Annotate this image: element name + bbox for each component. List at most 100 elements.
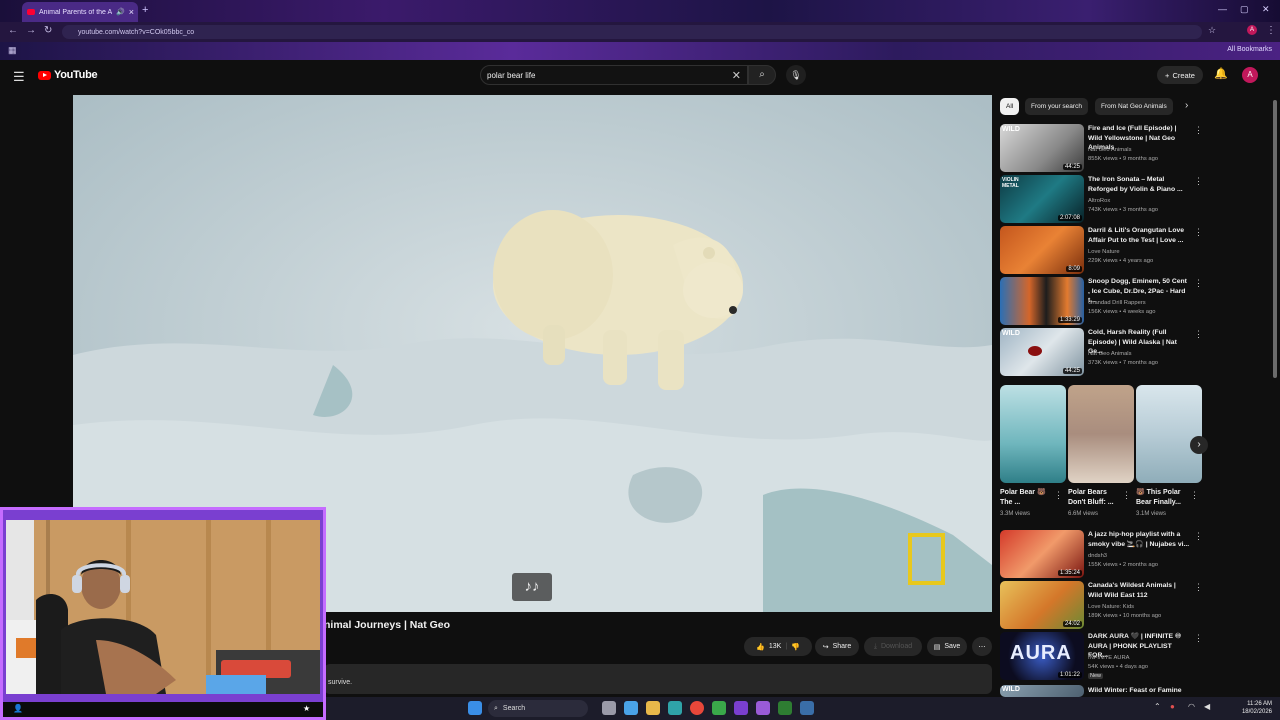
webcam-overlay: 👤 ★	[0, 507, 326, 720]
taskbar-search-label: Search	[502, 705, 526, 712]
create-button[interactable]: + Create	[1157, 66, 1203, 84]
duration-badge: 2:07:08	[1057, 215, 1082, 221]
more-options-icon[interactable]: ⋮	[1194, 531, 1203, 542]
app-icon[interactable]	[756, 701, 770, 715]
chips-next-icon[interactable]: ›	[1185, 100, 1188, 111]
short-title[interactable]: Polar Bear 🐻 The ...	[1000, 488, 1056, 508]
chrome-icon[interactable]	[690, 701, 704, 715]
short-thumbnail[interactable]	[1136, 385, 1202, 483]
more-options-icon[interactable]: ⋮	[1122, 490, 1131, 501]
reload-icon[interactable]: ↻	[44, 25, 52, 36]
more-actions-button[interactable]: ⋯	[972, 637, 992, 656]
short-title[interactable]: Polar Bears Don't Bluff: ...	[1068, 488, 1124, 508]
more-options-icon[interactable]: ⋮	[1194, 329, 1203, 340]
description-box[interactable]	[324, 664, 992, 694]
tab-title: Animal Parents of the Arcti	[39, 8, 113, 16]
url-bar[interactable]: youtube.com/watch?v=COk05bbc_co	[62, 25, 1202, 39]
download-button[interactable]: ⤓ Download	[864, 637, 922, 656]
speaker-icon[interactable]: 🔊	[116, 8, 125, 16]
video-title: nimal Journeys | Nat Geo	[324, 619, 451, 631]
tray-arrow-icon[interactable]: ⌃	[1154, 702, 1161, 711]
shorts-next-icon[interactable]: ›	[1190, 436, 1208, 454]
youtube-play-logo-icon	[38, 70, 51, 80]
rec-meta: 189K views • 10 months ago	[1088, 613, 1162, 619]
webcam-feed	[6, 520, 320, 694]
short-title[interactable]: 🐻 This Polar Bear Finally...	[1136, 488, 1192, 508]
user-avatar[interactable]: A	[1242, 67, 1258, 83]
more-options-icon[interactable]: ⋮	[1194, 227, 1203, 238]
hamburger-menu-icon[interactable]: ☰	[13, 69, 25, 85]
rec-title: Canada's Wildest Animals | Wild Wild Eas…	[1088, 582, 1176, 599]
task-view-icon[interactable]	[602, 701, 616, 715]
window-close-icon[interactable]: ✕	[1262, 4, 1270, 15]
clear-search-icon[interactable]: ✕	[732, 69, 741, 82]
list-item[interactable]: 1:33:29 Snoop Dogg, Eminem, 50 Cent , Ic…	[1000, 277, 1205, 325]
more-options-icon[interactable]: ⋮	[1054, 490, 1063, 501]
create-label: Create	[1172, 70, 1195, 80]
back-icon[interactable]: ←	[8, 25, 18, 36]
tab-close-icon[interactable]: ×	[129, 7, 138, 17]
more-options-icon[interactable]: ⋮	[1190, 490, 1199, 501]
short-views: 6.6M views	[1068, 511, 1099, 517]
page-scrollbar[interactable]	[1273, 100, 1277, 378]
app-icon[interactable]	[734, 701, 748, 715]
list-item[interactable]: AURA 1:01:22 DARK AURA 🖤 | INFINITE ♾ AU…	[1000, 632, 1205, 680]
profile-avatar-icon[interactable]: A	[1247, 25, 1257, 35]
app-icon[interactable]	[778, 701, 792, 715]
video-thumbnail: WILD	[1000, 685, 1084, 697]
list-item[interactable]: WILD 44:25 Fire and Ice (Full Episode) |…	[1000, 124, 1205, 172]
search-input[interactable]: polar bear life ✕	[480, 65, 748, 85]
video-thumbnail: 24:02	[1000, 581, 1084, 629]
thumbs-up-icon[interactable]: 👍	[756, 643, 765, 651]
list-item[interactable]: VIOLIN METAL 2:07:08 The Iron Sonata – M…	[1000, 175, 1205, 223]
like-count[interactable]: 13K	[769, 643, 781, 650]
short-thumbnail[interactable]	[1000, 385, 1066, 483]
youtube-header: ☰ YouTube polar bear life ✕ ⌕ 🎙 + Create…	[0, 60, 1280, 92]
bookmark-star-icon[interactable]: ☆	[1208, 25, 1216, 36]
maximize-icon[interactable]: ▢	[1240, 4, 1249, 15]
minimize-icon[interactable]: —	[1218, 4, 1227, 14]
xbox-icon[interactable]	[712, 701, 726, 715]
rec-channel: Love Nature	[1088, 249, 1120, 255]
system-clock[interactable]: 11:26 AM 18/02/2026	[1242, 700, 1272, 716]
more-options-icon[interactable]: ⋮	[1194, 582, 1203, 593]
browser-tab[interactable]: Animal Parents of the Arcti 🔊 ×	[22, 2, 138, 22]
taskbar-search[interactable]: ⌕ Search	[488, 700, 588, 717]
file-explorer-icon[interactable]	[646, 701, 660, 715]
list-item[interactable]: WILD 44:25 Cold, Harsh Reality (Full Epi…	[1000, 328, 1205, 376]
list-item[interactable]: 8:09 Darril & Liti's Orangutan Love Affa…	[1000, 226, 1205, 274]
wifi-icon[interactable]: ◠	[1188, 702, 1195, 711]
thumb-figure	[1028, 346, 1042, 356]
more-options-icon[interactable]: ⋮	[1194, 278, 1203, 289]
volume-icon[interactable]: ◀	[1204, 702, 1210, 711]
windows-start-icon[interactable]	[468, 701, 482, 715]
chip-from-your-search[interactable]: From your search	[1025, 98, 1088, 115]
rec-channel: Love Nature: Kids	[1088, 604, 1135, 610]
list-item[interactable]: 1:35:24 A jazz hip-hop playlist with a s…	[1000, 530, 1205, 578]
new-tab-button[interactable]: +	[142, 4, 148, 16]
forward-icon[interactable]: →	[26, 25, 36, 36]
browser-menu-icon[interactable]: ⋮	[1266, 25, 1276, 36]
short-thumbnail[interactable]	[1068, 385, 1134, 483]
copilot-icon[interactable]	[624, 701, 638, 715]
search-button[interactable]: ⌕	[748, 65, 776, 85]
youtube-logo[interactable]: YouTube	[38, 69, 98, 81]
edge-icon[interactable]	[668, 701, 682, 715]
notifications-bell-icon[interactable]: 🔔	[1214, 67, 1228, 80]
save-button[interactable]: ▤ Save	[927, 637, 967, 656]
apps-grid-icon[interactable]: ▦	[8, 45, 17, 56]
chip-all[interactable]: All	[1000, 98, 1020, 115]
thumb-badge: WILD	[1002, 330, 1020, 337]
more-options-icon[interactable]: ⋮	[1194, 125, 1203, 136]
voice-search-button[interactable]: 🎙	[786, 65, 806, 85]
all-bookmarks-link[interactable]: All Bookmarks	[1227, 46, 1272, 53]
chip-from-nat-geo[interactable]: From Nat Geo Animals	[1095, 98, 1173, 115]
more-options-icon[interactable]: ⋮	[1194, 633, 1203, 644]
steam-icon[interactable]	[800, 701, 814, 715]
share-button[interactable]: ↪ Share	[815, 637, 859, 656]
microphone-icon[interactable]: ●	[1170, 702, 1175, 711]
list-item[interactable]: WILD Wild Winter: Feast or Famine	[1000, 685, 1205, 697]
thumbs-down-icon[interactable]: 👎	[791, 643, 800, 651]
list-item[interactable]: 24:02 Canada's Wildest Animals | Wild Wi…	[1000, 581, 1205, 629]
more-options-icon[interactable]: ⋮	[1194, 176, 1203, 187]
